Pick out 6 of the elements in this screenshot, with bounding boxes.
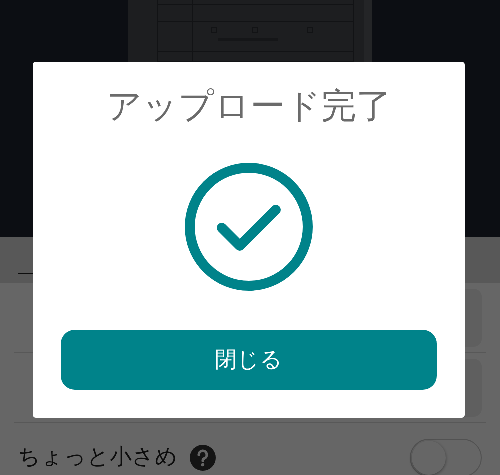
row-label: ちょっと小さめ	[18, 444, 178, 472]
close-button[interactable]: 閉じる	[61, 330, 437, 390]
toggle-switch[interactable]	[410, 438, 482, 475]
check-circle-icon	[184, 162, 314, 292]
dialog-title: アップロード完了	[106, 86, 392, 128]
help-icon[interactable]	[190, 444, 216, 470]
